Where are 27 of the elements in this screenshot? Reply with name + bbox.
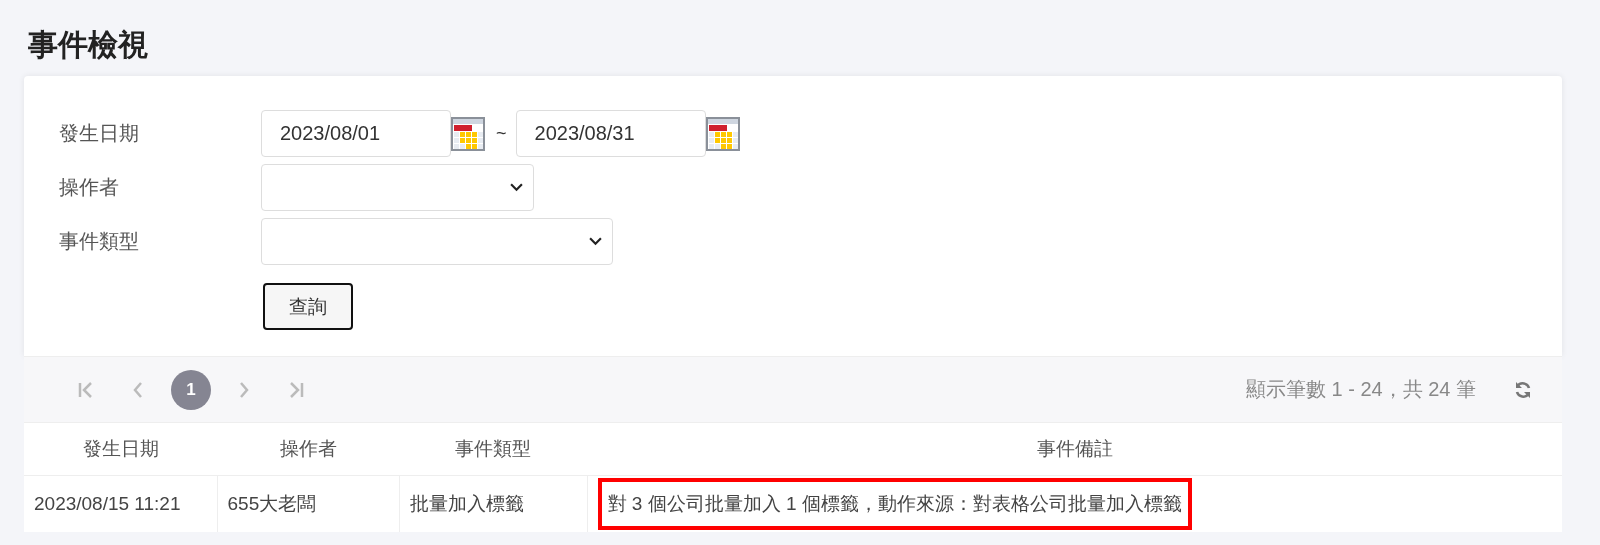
field-label: 事件類型 xyxy=(58,229,140,254)
page-title: 事件檢視 xyxy=(28,28,148,63)
table-cell: 對 3 個公司批量加入 1 個標籤，動作來源：對表格公司批量加入標籤 xyxy=(597,478,1192,530)
table-cell: 2023/08/15 11:21 xyxy=(24,475,217,532)
next-page-icon[interactable] xyxy=(239,380,249,399)
refresh-icon[interactable] xyxy=(1514,380,1532,399)
column-header: 發生日期 xyxy=(24,422,217,476)
column-header: 事件類型 xyxy=(399,422,587,476)
calendar-icon[interactable] xyxy=(451,116,485,151)
select-field[interactable] xyxy=(261,218,613,265)
column-header: 操作者 xyxy=(217,422,399,476)
first-page-icon[interactable] xyxy=(78,380,94,399)
table-cell: 655大老闆 xyxy=(217,475,399,532)
date-field[interactable]: 2023/08/01 xyxy=(261,110,451,157)
field-label: 操作者 xyxy=(58,175,120,200)
date-field[interactable]: 2023/08/31 xyxy=(515,110,706,157)
query-button[interactable]: 查詢 xyxy=(263,283,353,330)
record-count: 顯示筆數 1 - 24，共 24 筆 xyxy=(1245,377,1476,402)
previous-page-icon[interactable] xyxy=(133,380,143,399)
table-cell: 批量加入標籤 xyxy=(399,475,587,532)
field-label: 發生日期 xyxy=(58,121,140,146)
column-header: 事件備註 xyxy=(587,422,1562,476)
page-button[interactable]: 1 xyxy=(171,369,211,410)
last-page-icon[interactable] xyxy=(288,380,304,399)
range-separator: ~ xyxy=(496,123,507,144)
calendar-icon[interactable] xyxy=(705,116,740,151)
select-field[interactable] xyxy=(261,164,534,211)
